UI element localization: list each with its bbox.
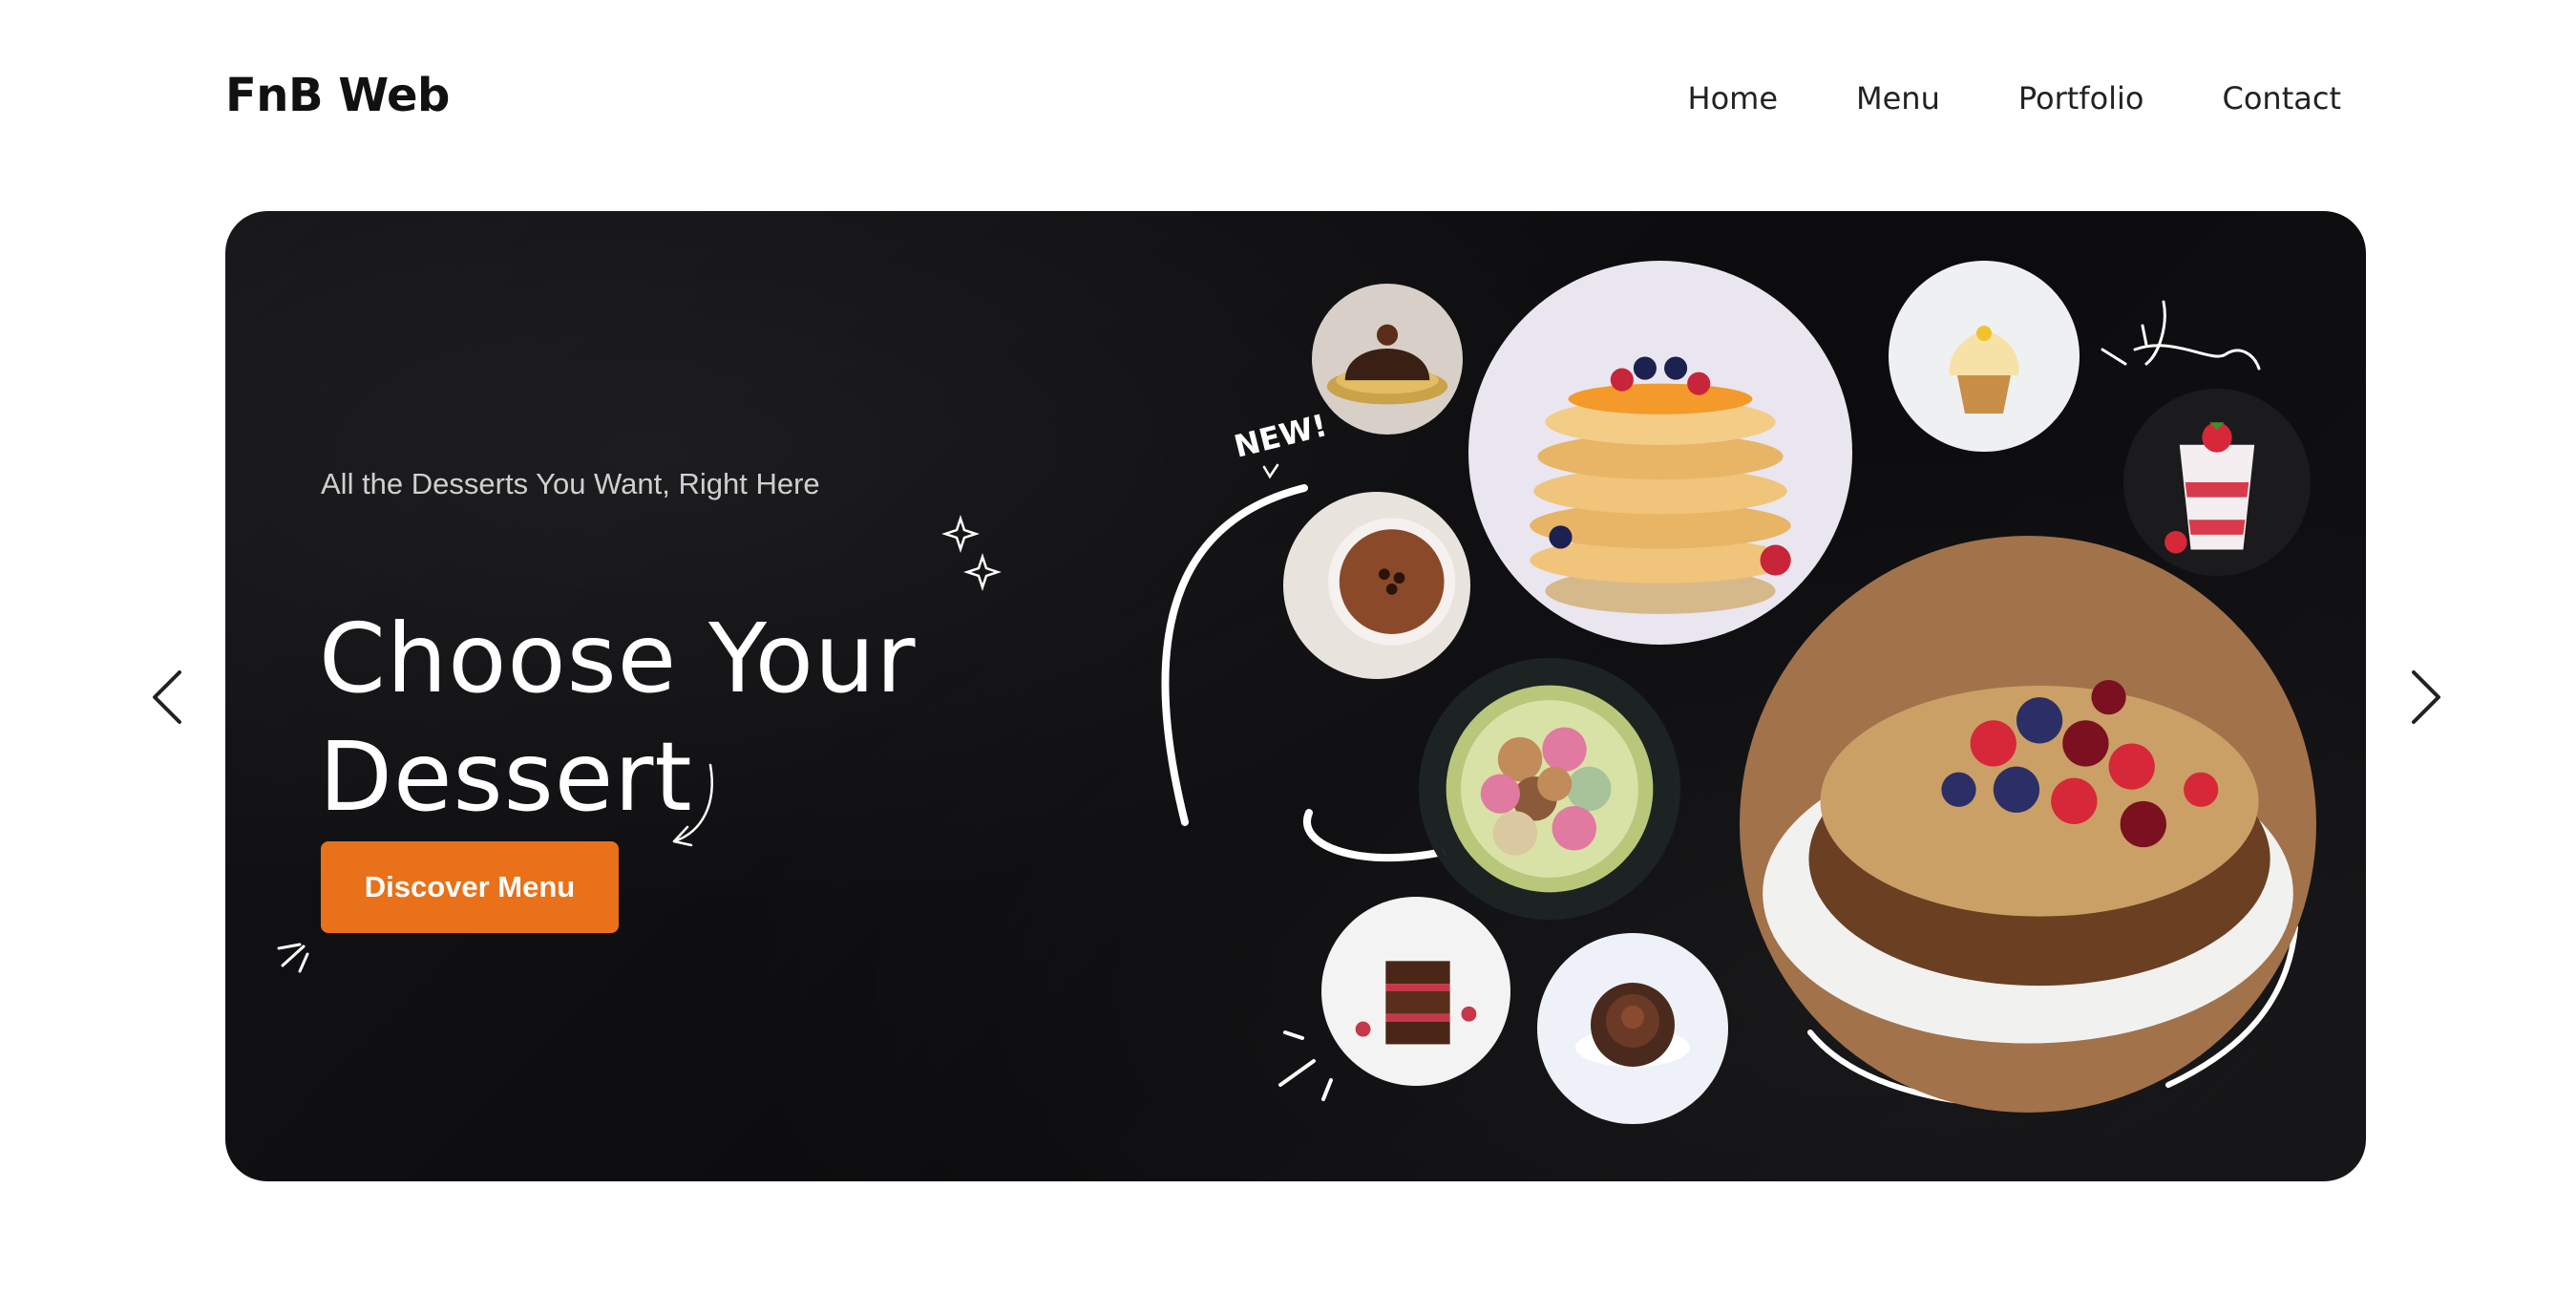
carousel-prev-button[interactable] xyxy=(141,659,199,735)
carousel-next-button[interactable] xyxy=(2395,659,2452,735)
hero-title: Choose Your Dessert xyxy=(319,603,917,833)
chocolate-cupcake-image xyxy=(1537,933,1728,1124)
chevron-right-icon xyxy=(2412,670,2440,724)
nav-contact-link[interactable]: Contact xyxy=(2223,80,2342,117)
chocolate-dome-cake-image xyxy=(1312,284,1463,435)
tiramisu-cup-image xyxy=(1283,492,1470,679)
nav-portfolio-link[interactable]: Portfolio xyxy=(2018,80,2144,117)
macarons-bowl-image xyxy=(1426,666,1673,912)
pancake-stack-image xyxy=(1468,261,1852,645)
chevron-left-icon xyxy=(153,670,181,724)
nav-menu-link[interactable]: Menu xyxy=(1856,80,1940,117)
vanilla-cupcake-image xyxy=(1889,261,2080,452)
discover-menu-button[interactable]: Discover Menu xyxy=(321,841,619,933)
site-logo[interactable]: FnB Web xyxy=(225,69,450,122)
hero-banner: All the Desserts You Want, Right Here Ch… xyxy=(225,211,2366,1181)
strawberry-parfait-image xyxy=(2123,389,2311,576)
main-nav: Home Menu Portfolio Contact xyxy=(1688,80,2342,117)
tick-marks-icon xyxy=(277,943,309,973)
berry-caramel-cake-image xyxy=(1740,536,2316,1113)
doodle-burst-icon xyxy=(2101,300,2261,371)
new-badge: NEW! xyxy=(1231,407,1331,465)
sparkle-icon xyxy=(941,515,1002,591)
hero-subtitle: All the Desserts You Want, Right Here xyxy=(321,467,820,500)
nav-home-link[interactable]: Home xyxy=(1688,80,1779,117)
chocolate-brownie-stack-image xyxy=(1321,897,1510,1086)
